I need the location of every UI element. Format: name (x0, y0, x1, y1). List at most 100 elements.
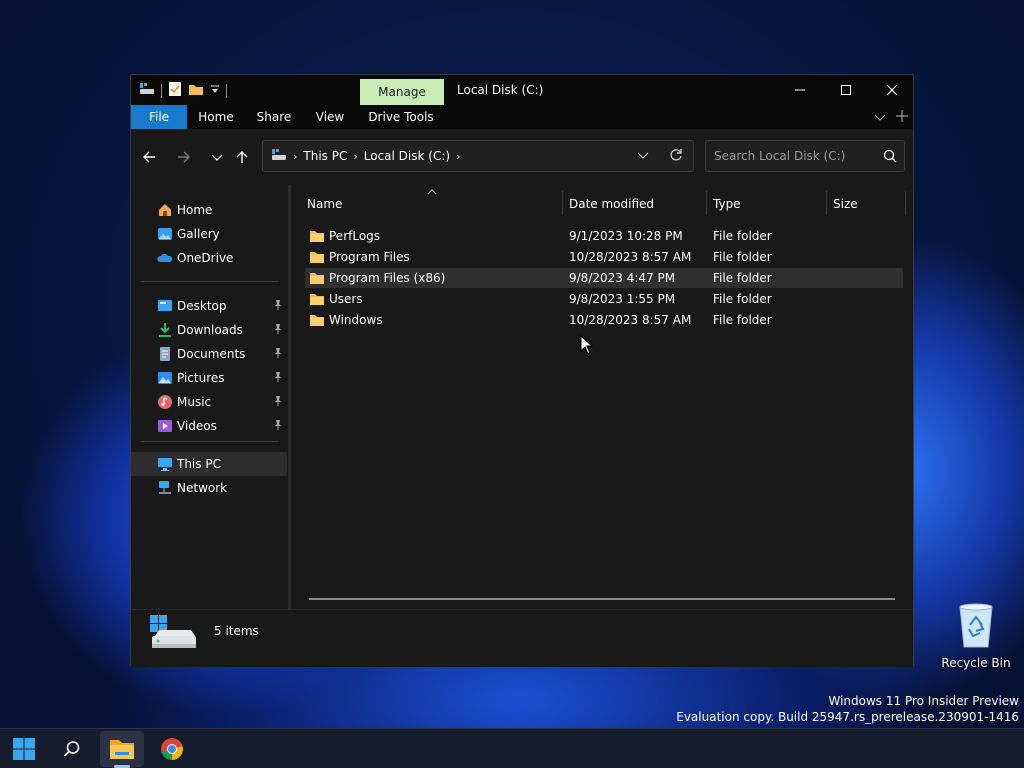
file-date: 10/28/2023 8:57 AM (569, 313, 692, 327)
qat-separator (226, 83, 227, 98)
properties-icon[interactable] (168, 81, 182, 100)
tab-drive-tools[interactable]: Drive Tools (365, 105, 437, 129)
gallery-icon (157, 226, 173, 242)
pin-icon[interactable] (272, 299, 284, 314)
nav-label: Home (177, 203, 213, 217)
list-item[interactable]: Users 9/8/2023 1:55 PM File folder (305, 289, 903, 309)
nav-item-pictures[interactable]: Pictures (131, 366, 287, 390)
taskbar-chrome[interactable] (150, 731, 194, 767)
recycle-bin-label: Recycle Bin (941, 656, 1011, 670)
minimize-button[interactable] (777, 75, 823, 105)
maximize-button[interactable] (823, 75, 869, 105)
nav-label: Network (177, 481, 228, 495)
chevron-down-icon (637, 152, 649, 159)
tab-manage[interactable]: Manage (360, 79, 444, 105)
customize-qat-icon[interactable] (210, 83, 220, 98)
pin-icon[interactable] (272, 323, 284, 338)
recycle-bin[interactable]: Recycle Bin (940, 603, 1012, 670)
breadcrumb-chevron-icon[interactable]: › (293, 150, 297, 163)
file-date: 9/8/2023 1:55 PM (569, 292, 676, 306)
nav-separator (141, 441, 278, 442)
folder-icon (309, 313, 325, 330)
tab-file[interactable]: File (131, 105, 187, 129)
breadcrumb-chevron-icon[interactable]: › (456, 150, 460, 163)
refresh-button[interactable] (669, 148, 683, 165)
column-separator[interactable] (706, 191, 707, 215)
arrow-left-icon (143, 151, 155, 163)
file-name: Windows (329, 313, 383, 327)
quick-access-toolbar (139, 81, 227, 100)
back-button[interactable] (137, 145, 161, 169)
column-header-name[interactable]: Name (307, 191, 561, 217)
nav-item-videos[interactable]: Videos (131, 414, 287, 438)
documents-icon (157, 346, 173, 362)
nav-item-documents[interactable]: Documents (131, 342, 287, 366)
column-header-type[interactable]: Type (713, 191, 825, 217)
file-name: Users (329, 292, 363, 306)
column-header-size[interactable]: Size (833, 191, 903, 217)
arrow-right-icon (178, 151, 190, 163)
pin-icon[interactable] (272, 395, 284, 410)
new-tab-button[interactable] (896, 110, 908, 125)
close-button[interactable] (869, 75, 915, 105)
breadcrumb-this-pc[interactable]: This PC (303, 149, 347, 163)
status-bar: 5 items (131, 609, 913, 667)
chevron-down-icon (874, 114, 886, 121)
file-explorer-icon (110, 740, 134, 759)
pin-icon[interactable] (272, 371, 284, 386)
search-icon (63, 741, 80, 757)
column-separator[interactable] (905, 191, 906, 215)
recent-locations-button[interactable] (205, 145, 229, 169)
up-button[interactable] (230, 145, 254, 169)
breadcrumb-local-disk[interactable]: Local Disk (C:) (364, 149, 450, 163)
column-separator[interactable] (562, 191, 563, 215)
mouse-cursor-icon (580, 334, 594, 358)
taskbar-file-explorer[interactable] (100, 731, 144, 767)
list-item[interactable]: PerfLogs 9/1/2023 10:28 PM File folder (305, 226, 903, 246)
list-item[interactable]: Program Files 10/28/2023 8:57 AM File fo… (305, 247, 903, 267)
network-icon (157, 480, 173, 496)
nav-label: This PC (177, 457, 221, 471)
column-separator[interactable] (826, 191, 827, 215)
pin-icon[interactable] (272, 419, 284, 434)
onedrive-icon (157, 250, 173, 266)
file-date: 10/28/2023 8:57 AM (569, 250, 692, 264)
tab-home[interactable]: Home (193, 105, 239, 129)
tab-view[interactable]: View (307, 105, 353, 129)
horizontal-scrollbar[interactable] (309, 598, 895, 600)
nav-item-desktop[interactable]: Desktop (131, 294, 287, 318)
column-header-date-modified[interactable]: Date modified (569, 191, 705, 217)
item-count: 5 items (214, 624, 259, 638)
list-item[interactable]: Windows 10/28/2023 8:57 AM File folder (305, 310, 903, 330)
file-date: 9/1/2023 10:28 PM (569, 229, 683, 243)
nav-label: Downloads (177, 323, 243, 337)
title-bar: Manage Local Disk (C:) (131, 75, 913, 105)
pin-icon[interactable] (272, 347, 284, 362)
arrow-up-icon (236, 151, 248, 163)
tab-share[interactable]: Share (251, 105, 297, 129)
nav-item-downloads[interactable]: Downloads (131, 318, 287, 342)
nav-item-music[interactable]: Music (131, 390, 287, 414)
nav-label: Documents (177, 347, 246, 361)
address-bar[interactable]: › This PC › Local Disk (C:) › (262, 140, 694, 172)
start-button[interactable] (2, 731, 46, 767)
close-icon (886, 84, 898, 96)
videos-icon (157, 418, 173, 434)
forward-button[interactable] (172, 145, 196, 169)
music-icon (157, 394, 173, 410)
address-dropdown-button[interactable] (637, 149, 649, 164)
nav-item-home[interactable]: Home (131, 198, 287, 222)
nav-label: Pictures (177, 371, 225, 385)
list-item[interactable]: Program Files (x86) 9/8/2023 4:47 PM Fil… (305, 268, 903, 288)
drive-large-icon (149, 614, 197, 657)
search-icon[interactable] (883, 149, 897, 166)
breadcrumb-chevron-icon[interactable]: › (353, 150, 357, 163)
nav-item-this-pc[interactable]: This PC (131, 452, 287, 476)
nav-item-onedrive[interactable]: OneDrive (131, 246, 287, 270)
new-folder-icon[interactable] (188, 82, 204, 99)
nav-item-gallery[interactable]: Gallery (131, 222, 287, 246)
search-input[interactable]: Search Local Disk (C:) (705, 140, 905, 172)
taskbar-search-button[interactable] (50, 731, 94, 767)
nav-item-network[interactable]: Network (131, 476, 287, 500)
expand-ribbon-button[interactable] (874, 111, 886, 126)
